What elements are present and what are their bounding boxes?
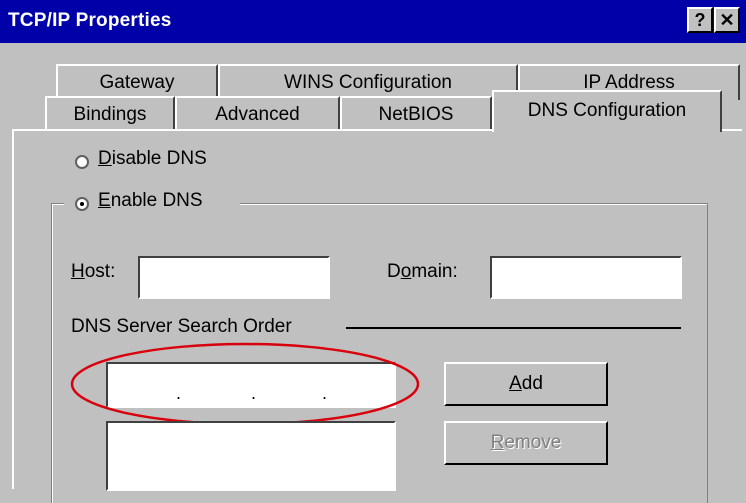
enable-dns-label[interactable]: Enable DNS [98, 190, 203, 212]
tab-label: WINS Configuration [284, 72, 452, 93]
add-button[interactable]: Add [444, 362, 608, 406]
tab-dns-configuration[interactable]: DNS Configuration [492, 90, 722, 132]
domain-label: Domain: [387, 261, 458, 282]
radio-dot [80, 202, 84, 206]
close-button[interactable]: ✕ [714, 7, 740, 33]
tab-bindings[interactable]: Bindings [45, 96, 175, 131]
tab-label: DNS Configuration [527, 100, 687, 121]
tab-label: Advanced [215, 104, 300, 125]
tab-advanced[interactable]: Advanced [175, 96, 340, 131]
disable-dns-label[interactable]: Disable DNS [98, 148, 207, 170]
separator-line [346, 327, 681, 329]
tab-wins-configuration[interactable]: WINS Configuration [218, 64, 518, 100]
tab-label: NetBIOS [378, 104, 454, 125]
tab-label: Gateway [99, 72, 175, 93]
enable-dns-radio[interactable] [75, 197, 89, 211]
tab-gateway[interactable]: Gateway [56, 64, 218, 100]
host-label: Host: [71, 261, 116, 282]
title-bar: TCP/IP Properties ? ✕ [0, 0, 746, 43]
tab-netbios[interactable]: NetBIOS [340, 96, 492, 131]
domain-input[interactable] [490, 256, 682, 299]
dns-server-order-label: DNS Server Search Order [71, 316, 292, 337]
highlight-ellipse [70, 342, 420, 426]
host-input[interactable] [138, 256, 330, 299]
window-title: TCP/IP Properties [8, 10, 172, 31]
help-button[interactable]: ? [687, 7, 713, 33]
disable-dns-radio[interactable] [75, 155, 89, 169]
close-icon: ✕ [719, 10, 735, 30]
remove-button[interactable]: Remove [444, 421, 608, 465]
tab-label: Bindings [73, 104, 147, 125]
